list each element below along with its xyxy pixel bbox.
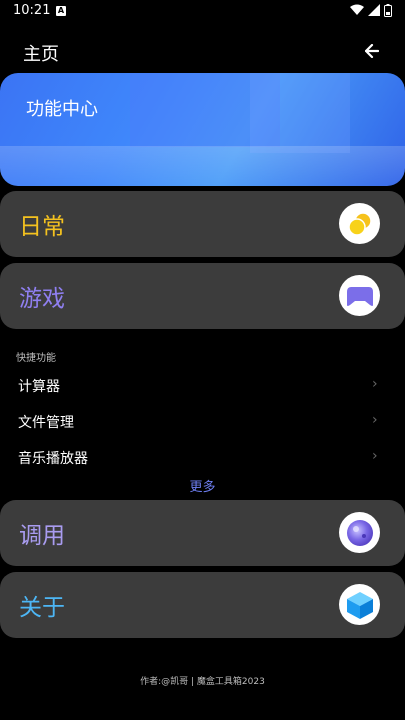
quick-item-label: 计算器 [18,379,60,395]
status-bar: 10:21 A [0,0,405,24]
card-label: 日常 [19,214,65,240]
quick-item-label: 音乐播放器 [18,451,88,467]
battery-icon [384,4,392,17]
card-label: 调用 [19,523,65,549]
quick-item-file-manager[interactable]: 文件管理 › [0,404,405,438]
footer-credit: 作者:@凯哥 | 魔盒工具箱2023 [140,677,265,687]
page-title: 主页 [23,44,59,65]
chevron-right-icon: › [372,412,378,428]
gamepad-icon [339,275,380,316]
wifi-icon [350,4,364,15]
quick-item-music-player[interactable]: 音乐播放器 › [0,440,405,474]
quick-section-title: 快捷功能 [16,353,56,364]
banner-decoration [250,73,350,153]
sim-indicator: A [56,6,66,16]
back-button[interactable] [361,40,383,62]
status-time: 10:21 [13,3,51,18]
coins-icon [339,203,380,244]
signal-icon [368,4,380,16]
banner-title: 功能中心 [26,99,98,120]
chevron-right-icon: › [372,376,378,392]
chevron-right-icon: › [372,448,378,464]
card-invoke[interactable]: 调用 [0,500,405,566]
card-daily[interactable]: 日常 [0,191,405,257]
banner-decoration [0,146,405,186]
arrow-left-icon [365,44,379,58]
quick-item-label: 文件管理 [18,415,74,431]
quick-item-calculator[interactable]: 计算器 › [0,368,405,402]
cube-icon [339,584,380,625]
feature-center-banner[interactable]: 功能中心 [0,73,405,186]
card-about[interactable]: 关于 [0,572,405,638]
card-label: 游戏 [19,286,65,312]
card-games[interactable]: 游戏 [0,263,405,329]
orb-icon [339,512,380,553]
more-link[interactable]: 更多 [0,476,405,495]
card-label: 关于 [19,595,65,621]
